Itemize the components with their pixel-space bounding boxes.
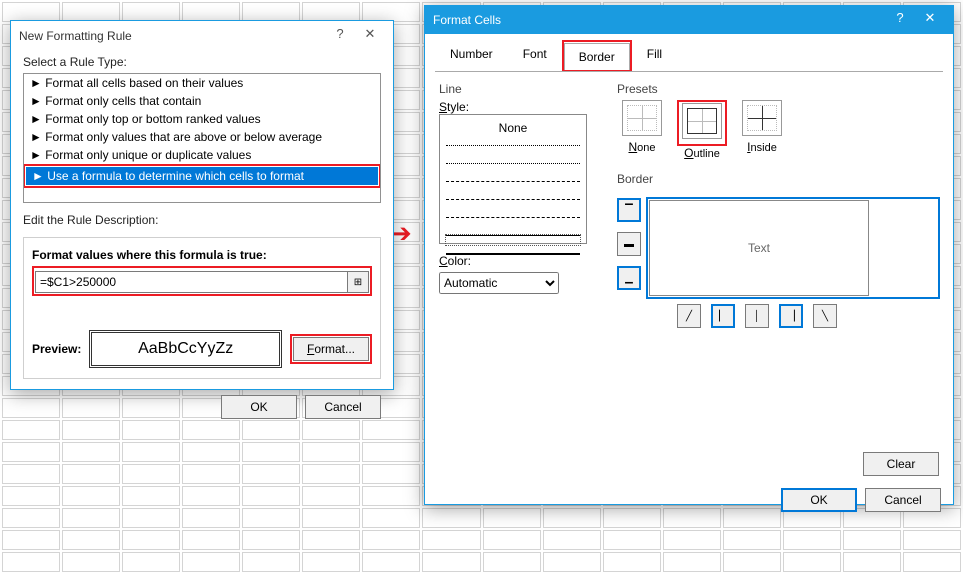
formula-input[interactable] (35, 271, 348, 293)
preview-label: Preview: (32, 342, 81, 356)
border-bottom-button[interactable]: ▁ (617, 266, 641, 290)
line-style-list[interactable]: None (439, 114, 587, 244)
close-icon[interactable]: ✕ (355, 26, 385, 46)
style-label: Style:Style: (439, 100, 599, 114)
rule-type-item[interactable]: ► Format only cells that contain (24, 92, 380, 110)
tabs: Number Font Border Fill (435, 40, 943, 72)
border-top-button[interactable]: ▔ (617, 198, 641, 222)
preset-none-label: NoneNone (617, 140, 667, 154)
rule-type-item[interactable]: ► Format only values that are above or b… (24, 128, 380, 146)
line-color-select[interactable]: Automatic (439, 272, 559, 294)
line-style-item[interactable] (446, 181, 580, 191)
edit-rule-description-label: Edit the Rule Description: (23, 213, 381, 227)
preview-swatch: AaBbCcYyZz (89, 330, 282, 368)
line-style-item-selected[interactable] (446, 235, 580, 245)
border-label: Border (617, 172, 939, 186)
border-middle-h-button[interactable]: ▬ (617, 232, 641, 256)
tab-fill[interactable]: Fill (632, 40, 677, 71)
clear-button[interactable]: Clear (863, 452, 939, 476)
color-label: Color:Color: (439, 254, 599, 268)
rule-type-item-selected[interactable]: ► Use a formula to determine which cells… (26, 167, 378, 185)
range-selector-icon[interactable]: ⊞ (347, 271, 369, 293)
preset-inside-label: InsideInside (737, 140, 787, 154)
dialog-title: New Formatting Rule (19, 29, 132, 43)
ok-button[interactable]: OK (221, 395, 297, 419)
border-diag-down-button[interactable]: ╲ (813, 304, 837, 328)
line-style-item[interactable] (446, 217, 580, 227)
rule-description-box: Format values where this formula is true… (23, 237, 381, 379)
help-button[interactable]: ? (325, 26, 355, 46)
border-middle-v-button[interactable]: │ (745, 304, 769, 328)
rule-type-item[interactable]: ► Format only top or bottom ranked value… (24, 110, 380, 128)
format-cells-dialog: Format Cells ? ✕ Number Font Border Fill… (424, 5, 954, 505)
preset-inside-button[interactable] (742, 100, 782, 136)
line-label: Line (439, 82, 599, 96)
rule-type-list[interactable]: ► Format all cells based on their values… (23, 73, 381, 203)
border-left-button[interactable]: ▏ (711, 304, 735, 328)
preset-none-button[interactable] (622, 100, 662, 136)
select-rule-type-label: Select a Rule Type: (23, 55, 381, 69)
border-preview: Text (649, 200, 869, 296)
dialog-title: Format Cells (433, 13, 501, 27)
tab-number[interactable]: Number (435, 40, 508, 71)
cancel-button[interactable]: Cancel (305, 395, 381, 419)
help-button[interactable]: ? (885, 10, 915, 30)
tab-font[interactable]: Font (508, 40, 562, 71)
rule-type-item[interactable]: ► Format only unique or duplicate values (24, 146, 380, 164)
line-style-item[interactable] (446, 145, 580, 155)
preset-outline-label: OutlineOutline (677, 146, 727, 160)
border-right-button[interactable]: ▕ (779, 304, 803, 328)
close-icon[interactable]: ✕ (915, 10, 945, 30)
formula-true-label: Format values where this formula is true… (32, 248, 372, 262)
line-style-none[interactable]: None (446, 119, 580, 137)
preset-outline-button[interactable] (682, 103, 722, 139)
presets-label: Presets (617, 82, 939, 96)
ok-button[interactable]: OK (781, 488, 857, 512)
cancel-button[interactable]: Cancel (865, 488, 941, 512)
line-style-item[interactable] (446, 199, 580, 209)
border-diag-up-button[interactable]: ╱ (677, 304, 701, 328)
rule-type-item[interactable]: ► Format all cells based on their values (24, 74, 380, 92)
tab-border[interactable]: Border (564, 43, 630, 70)
format-button[interactable]: FFormat...ormat... (293, 337, 369, 361)
new-formatting-rule-dialog: New Formatting Rule ? ✕ Select a Rule Ty… (10, 20, 394, 390)
line-style-item[interactable] (446, 163, 580, 173)
